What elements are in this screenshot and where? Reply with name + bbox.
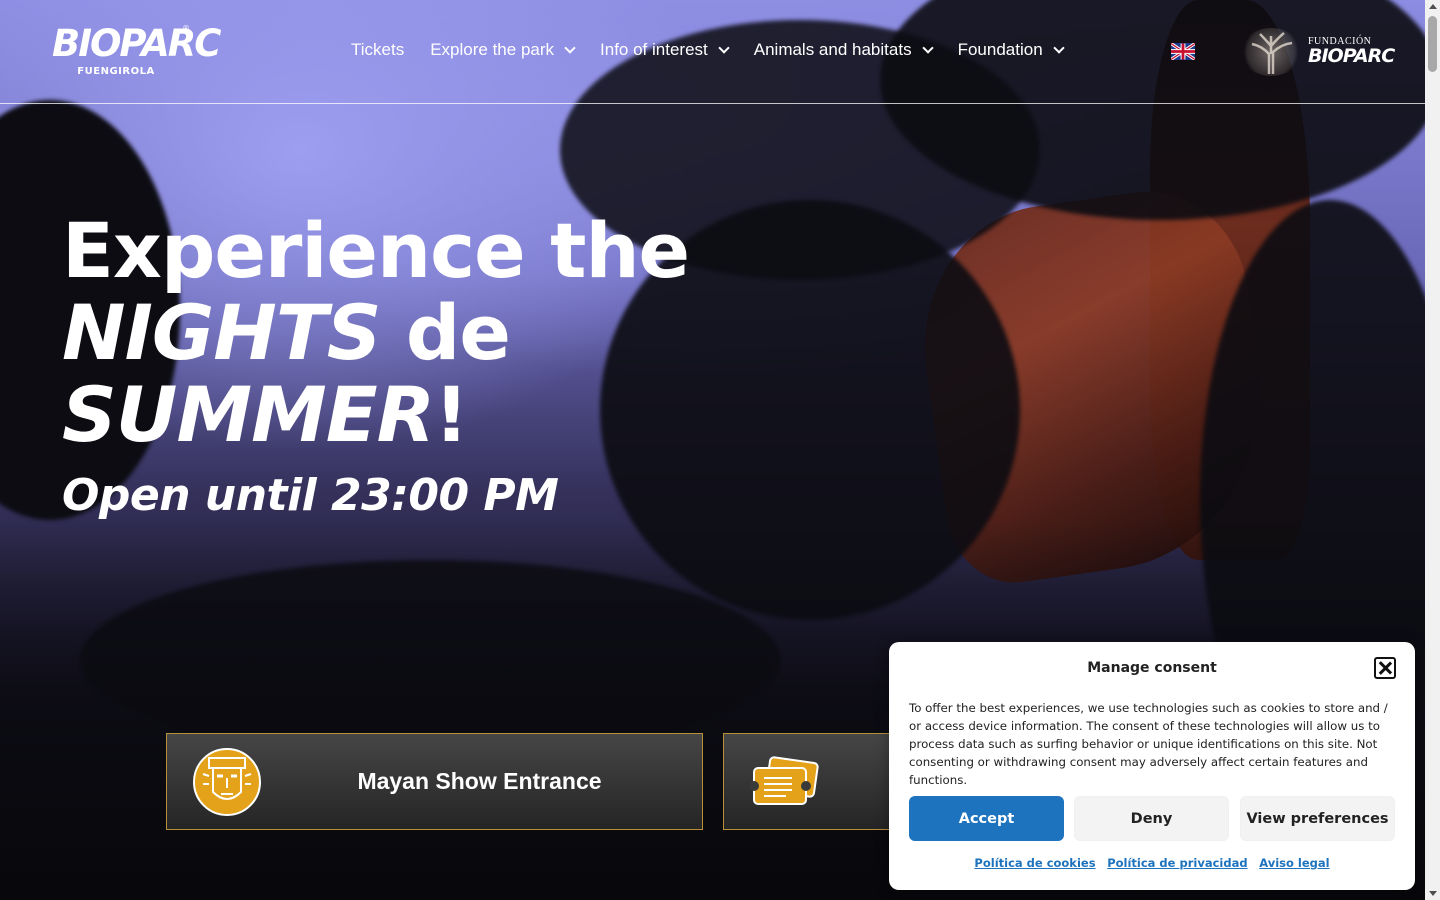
- consent-links: Política de cookies Política de privacid…: [889, 856, 1415, 870]
- headline-emphasis: NIGHTS: [62, 288, 381, 377]
- foundation-logo[interactable]: FUNDACIÓN BIOPARC: [1240, 28, 1395, 76]
- headline-emphasis: SUMMER: [62, 370, 435, 459]
- tickets-card[interactable]: [723, 733, 903, 830]
- nav-label: Foundation: [957, 40, 1043, 59]
- nav-animals-and-habitats[interactable]: Animals and habitats: [744, 36, 942, 64]
- chevron-down-icon: [564, 41, 576, 54]
- main-nav: Tickets Explore the park Info of interes…: [341, 36, 1079, 64]
- mayan-show-card[interactable]: Mayan Show Entrance: [166, 733, 703, 830]
- nav-label: Explore the park: [430, 40, 555, 59]
- cookie-consent-dialog: Manage consent To offer the best experie…: [889, 642, 1415, 890]
- chevron-down-icon: [718, 41, 730, 54]
- bioparc-logo[interactable]: ® BIOPARC FUENGIROLA: [52, 22, 221, 78]
- accept-button[interactable]: Accept: [909, 796, 1064, 841]
- headline-line-2: NIGHTS de: [62, 292, 689, 374]
- legal-notice-link[interactable]: Aviso legal: [1259, 856, 1329, 870]
- logo-wordmark: BIOPARC: [52, 22, 221, 65]
- logo-location: FUENGIROLA: [77, 66, 155, 77]
- baobab-tree-icon: [1240, 28, 1302, 76]
- view-preferences-button[interactable]: View preferences: [1240, 796, 1395, 841]
- close-icon[interactable]: [1374, 657, 1396, 679]
- nav-label: Animals and habitats: [753, 40, 912, 59]
- headline-text: !: [434, 370, 469, 459]
- hero-headline: Experience the NIGHTS de SUMMER!: [62, 206, 690, 456]
- chevron-down-icon: [921, 41, 934, 54]
- scroll-up-arrow-icon[interactable]: [1429, 4, 1437, 9]
- nav-tickets[interactable]: Tickets: [341, 36, 414, 64]
- headline-text: de: [380, 288, 511, 377]
- foundation-wordmark: BIOPARC: [1308, 45, 1395, 67]
- chevron-down-icon: [1052, 41, 1065, 54]
- headline-line-3: SUMMER!: [62, 374, 689, 456]
- registered-mark: ®: [182, 24, 190, 33]
- scroll-thumb[interactable]: [1428, 16, 1437, 72]
- nav-label: Info of interest: [600, 40, 708, 59]
- privacy-policy-link[interactable]: Política de privacidad: [1107, 856, 1247, 870]
- ticket-icon: [750, 756, 819, 805]
- consent-description: To offer the best experiences, we use te…: [909, 701, 1388, 787]
- site-header: ® BIOPARC FUENGIROLA Tickets Explore the…: [0, 0, 1425, 104]
- deny-button[interactable]: Deny: [1074, 796, 1229, 841]
- cookie-policy-link[interactable]: Política de cookies: [974, 856, 1095, 870]
- nav-label: Tickets: [351, 40, 405, 59]
- nav-info-of-interest[interactable]: Info of interest: [590, 36, 738, 64]
- consent-title: Manage consent: [1087, 660, 1217, 676]
- card-title: Mayan Show Entrance: [357, 768, 602, 794]
- nav-foundation[interactable]: Foundation: [948, 36, 1073, 64]
- uk-flag-icon[interactable]: [1171, 43, 1195, 60]
- page-scrollbar[interactable]: [1425, 0, 1440, 900]
- headline-line-1: Experience the: [62, 206, 690, 295]
- hero-subline: Open until 23:00 PM: [62, 470, 559, 521]
- scroll-down-arrow-icon[interactable]: [1429, 891, 1437, 896]
- nav-explore-the-park[interactable]: Explore the park: [420, 36, 584, 64]
